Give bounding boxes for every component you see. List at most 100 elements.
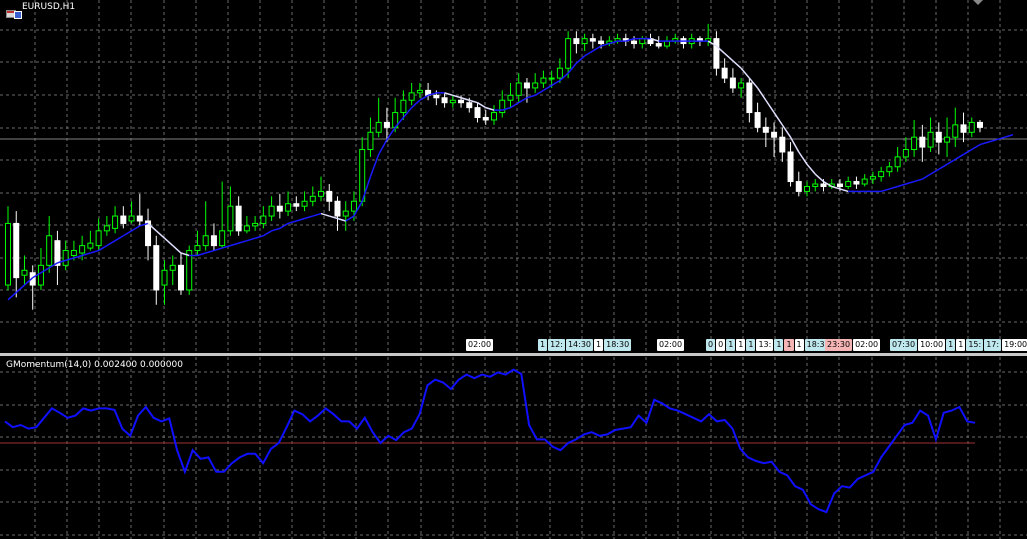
ma-segment-122 xyxy=(1004,134,1014,138)
scroll-shift-icon[interactable] xyxy=(973,0,983,5)
candle-body-29 xyxy=(243,225,250,232)
candle-body-20 xyxy=(169,264,176,271)
ma-segment-12 xyxy=(98,244,108,252)
chart-symbol-title: EURUSD,H1 xyxy=(22,2,76,12)
candle-body-30 xyxy=(252,222,259,227)
candle-body-15 xyxy=(128,215,135,222)
candle-body-36 xyxy=(301,200,308,207)
ma-segment-107 xyxy=(880,188,890,193)
candle-body-103 xyxy=(853,181,860,185)
time-label: 10:00 xyxy=(918,339,946,351)
candle-body-4 xyxy=(37,264,44,286)
candle-body-14 xyxy=(120,215,127,224)
ma-segment-102 xyxy=(839,188,849,193)
ma-segment-55 xyxy=(452,94,462,99)
candle-body-28 xyxy=(235,205,242,232)
ma-segment-93 xyxy=(765,99,775,113)
candle-body-44 xyxy=(367,131,374,151)
ma-segment-64 xyxy=(526,94,536,99)
time-label: 1 xyxy=(538,339,548,351)
candle-body-18 xyxy=(153,245,160,291)
candle-body-25 xyxy=(210,235,217,247)
time-label: 23:30 xyxy=(825,339,853,351)
ma-segment-21 xyxy=(172,245,182,254)
candle-body-57 xyxy=(474,107,481,118)
candle-body-91 xyxy=(754,112,761,128)
time-label: 19:00 xyxy=(1002,339,1027,351)
candle-body-5 xyxy=(46,235,53,266)
candle-body-112 xyxy=(927,131,934,148)
ma-segment-2 xyxy=(15,284,25,293)
time-label: 0 xyxy=(706,339,716,351)
candle-body-62 xyxy=(515,82,522,96)
candle-body-38 xyxy=(318,190,325,197)
ma-segment-110 xyxy=(905,180,915,185)
indicator-title: GMomentum(14,0) 0.002400 0.000000 xyxy=(6,360,183,370)
ma-segment-30 xyxy=(246,237,256,242)
candle-body-31 xyxy=(260,215,267,224)
candle-body-61 xyxy=(507,94,514,101)
ma-segment-31 xyxy=(254,235,264,239)
ma-segment-37 xyxy=(304,215,313,220)
candle-body-58 xyxy=(482,116,489,121)
ma-segment-15 xyxy=(122,230,132,237)
candle-body-45 xyxy=(375,121,382,133)
time-label: 02:00 xyxy=(657,339,685,351)
time-label: 1 xyxy=(746,339,756,351)
candle-body-118 xyxy=(977,121,983,128)
candle-body-33 xyxy=(276,205,283,212)
ma-segment-36 xyxy=(296,217,305,222)
ma-segment-24 xyxy=(197,252,206,257)
ma-segment-38 xyxy=(312,212,322,217)
candle-body-7 xyxy=(62,250,69,266)
time-label: 1 xyxy=(784,339,794,351)
time-label: 1 xyxy=(794,339,804,351)
candle-body-13 xyxy=(112,215,119,229)
candle-body-71 xyxy=(589,38,596,42)
pane-separator xyxy=(0,353,1027,356)
ma-segment-95 xyxy=(781,124,792,138)
candle-body-22 xyxy=(186,250,193,291)
ma-segment-108 xyxy=(889,185,898,190)
ma-segment-41 xyxy=(337,217,346,222)
candle-body-54 xyxy=(449,99,456,104)
candle-body-24 xyxy=(202,235,209,247)
ma-segment-66 xyxy=(543,84,553,92)
ma-segment-120 xyxy=(988,138,997,143)
time-labels-group-2: 1 12: 14:30 1 18:30 xyxy=(538,339,632,351)
candle-body-95 xyxy=(787,151,794,183)
ma-segment-114 xyxy=(938,163,948,170)
chart-canvas[interactable] xyxy=(0,0,1027,539)
candle-body-52 xyxy=(433,94,440,99)
candle-body-1 xyxy=(13,222,20,279)
ma-segment-99 xyxy=(814,173,824,183)
candle-body-35 xyxy=(293,203,300,207)
candle-body-86 xyxy=(713,38,720,69)
candle-body-110 xyxy=(911,136,918,151)
candle-body-115 xyxy=(952,124,959,138)
candle-body-16 xyxy=(136,215,143,222)
candle-body-26 xyxy=(219,230,226,247)
time-label: 18:30 xyxy=(604,339,632,351)
candle-body-114 xyxy=(944,136,951,143)
time-label: 12: xyxy=(548,339,565,351)
candle-body-109 xyxy=(902,149,909,158)
ma-segment-72 xyxy=(592,45,602,52)
candle-body-108 xyxy=(894,156,901,168)
candle-body-34 xyxy=(285,203,292,212)
ma-segment-1 xyxy=(7,291,17,301)
candle-body-11 xyxy=(95,230,102,247)
candle-body-9 xyxy=(79,245,86,254)
candle-body-88 xyxy=(729,77,736,89)
candle-body-104 xyxy=(861,178,868,185)
candle-body-53 xyxy=(441,97,448,104)
candle-body-93 xyxy=(771,131,778,138)
candle-body-89 xyxy=(738,82,745,89)
candle-body-63 xyxy=(523,82,530,89)
candle-body-50 xyxy=(416,89,423,94)
candle-body-72 xyxy=(598,40,605,45)
candle-body-65 xyxy=(540,77,547,84)
candle-body-106 xyxy=(878,171,885,178)
ma-segment-92 xyxy=(756,87,767,101)
ma-segment-63 xyxy=(518,97,528,104)
